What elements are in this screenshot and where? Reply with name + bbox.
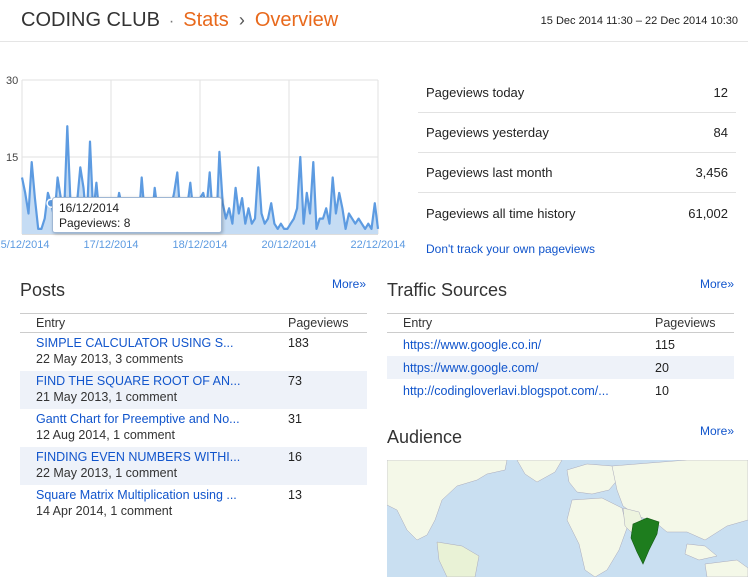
traffic-pageviews: 10 bbox=[655, 383, 669, 398]
table-row: Gantt Chart for Preemptive and No... 12 A… bbox=[20, 409, 367, 447]
post-pageviews: 31 bbox=[288, 412, 302, 426]
x-tick-label: 15/12/2014 bbox=[0, 239, 50, 251]
map-region-greenland[interactable] bbox=[516, 460, 563, 483]
post-link[interactable]: FIND THE SQUARE ROOT OF AN... bbox=[36, 373, 288, 389]
map-region-india[interactable] bbox=[630, 517, 660, 565]
summary-label: Pageviews today bbox=[426, 85, 525, 100]
page-header: CODING CLUB · Stats › Overview 15 Dec 2014 1… bbox=[0, 0, 748, 42]
table-row: http://codingloverlavi.blogspot.com/... … bbox=[387, 379, 734, 402]
dont-track-link[interactable]: Don't track your own pageviews bbox=[426, 242, 595, 256]
column-entry: Entry bbox=[36, 316, 66, 330]
summary-value: 84 bbox=[713, 125, 728, 140]
post-meta: 12 Aug 2014, 1 comment bbox=[36, 428, 175, 442]
traffic-source-link[interactable]: https://www.google.com/ bbox=[387, 361, 655, 375]
map-region-north-america[interactable] bbox=[387, 460, 508, 541]
pageviews-summary: Pageviews today 12 Pageviews yesterday 84 … bbox=[418, 73, 736, 233]
breadcrumb-stats[interactable]: Stats bbox=[183, 9, 229, 31]
audience-title: Audience bbox=[387, 427, 463, 447]
post-meta: 22 May 2013, 3 comments bbox=[36, 352, 184, 366]
map-region-australia[interactable] bbox=[704, 559, 748, 577]
post-link[interactable]: SIMPLE CALCULATOR USING S... bbox=[36, 335, 288, 351]
posts-title: Posts bbox=[20, 280, 66, 300]
traffic-source-link[interactable]: https://www.google.co.in/ bbox=[387, 338, 655, 352]
y-tick-label: 30 bbox=[6, 75, 18, 87]
traffic-source-link[interactable]: http://codingloverlavi.blogspot.com/... bbox=[387, 384, 655, 398]
table-row: FINDING EVEN NUMBERS WITHI... 22 May 2013… bbox=[20, 447, 367, 485]
tooltip-date: 16/12/2014 bbox=[59, 201, 120, 215]
chevron-right-icon: › bbox=[238, 10, 245, 30]
audience-world-map[interactable] bbox=[387, 460, 748, 577]
breadcrumb: CODING CLUB · Stats › Overview bbox=[21, 9, 338, 32]
date-range: 15 Dec 2014 11:30 – 22 Dec 2014 10:30 bbox=[540, 15, 738, 27]
x-tick-label: 18/12/2014 bbox=[172, 239, 227, 251]
summary-label: Pageviews all time history bbox=[426, 205, 576, 221]
summary-row: Pageviews today 12 bbox=[418, 73, 736, 113]
summary-value: 61,002 bbox=[688, 205, 728, 221]
traffic-table-header: Entry Pageviews bbox=[387, 313, 734, 333]
traffic-pageviews: 115 bbox=[655, 337, 675, 352]
map-region-europe[interactable] bbox=[566, 463, 620, 495]
blog-name[interactable]: CODING CLUB bbox=[21, 9, 160, 31]
summary-row: Pageviews yesterday 84 bbox=[418, 113, 736, 153]
table-row: https://www.google.com/ 20 bbox=[387, 356, 734, 379]
table-row: SIMPLE CALCULATOR USING S... 22 May 2013,… bbox=[20, 333, 367, 371]
breadcrumb-separator: · bbox=[168, 13, 175, 30]
map-region-southeast-asia[interactable] bbox=[684, 543, 718, 561]
column-entry: Entry bbox=[403, 316, 433, 330]
posts-table-header: Entry Pageviews bbox=[20, 313, 367, 333]
post-link[interactable]: Gantt Chart for Preemptive and No... bbox=[36, 411, 288, 427]
traffic-more-link[interactable]: More» bbox=[700, 277, 734, 291]
map-region-south-america[interactable] bbox=[436, 541, 480, 577]
traffic-sources-title: Traffic Sources bbox=[387, 280, 508, 300]
post-meta: 14 Apr 2014, 1 comment bbox=[36, 504, 173, 518]
post-link[interactable]: Square Matrix Multiplication using ... bbox=[36, 487, 288, 503]
post-pageviews: 13 bbox=[288, 488, 302, 502]
breadcrumb-overview: Overview bbox=[254, 9, 339, 31]
posts-table: Entry Pageviews SIMPLE CALCULATOR USING … bbox=[20, 313, 367, 523]
post-link[interactable]: FINDING EVEN NUMBERS WITHI... bbox=[36, 449, 288, 465]
post-meta: 21 May 2013, 1 comment bbox=[36, 390, 178, 404]
tooltip-value: Pageviews: 8 bbox=[59, 216, 131, 230]
table-row: https://www.google.co.in/ 115 bbox=[387, 333, 734, 356]
summary-row: Pageviews last month 3,456 bbox=[418, 153, 736, 193]
y-tick-label: 15 bbox=[6, 152, 18, 164]
x-tick-label: 22/12/2014 bbox=[350, 239, 405, 251]
summary-label: Pageviews last month bbox=[426, 165, 553, 180]
x-tick-label: 20/12/2014 bbox=[261, 239, 316, 251]
x-tick-label: 17/12/2014 bbox=[83, 239, 138, 251]
posts-more-link[interactable]: More» bbox=[332, 277, 366, 291]
map-region-africa[interactable] bbox=[566, 497, 628, 577]
column-pageviews: Pageviews bbox=[655, 316, 716, 330]
post-meta: 22 May 2013, 1 comment bbox=[36, 466, 178, 480]
post-pageviews: 73 bbox=[288, 374, 302, 388]
chart-tooltip: 16/12/2014 Pageviews: 8 bbox=[52, 197, 222, 233]
traffic-table: Entry Pageviews https://www.google.co.in… bbox=[387, 313, 734, 402]
table-row: FIND THE SQUARE ROOT OF AN... 21 May 2013… bbox=[20, 371, 367, 409]
post-pageviews: 16 bbox=[288, 450, 302, 464]
summary-row: Pageviews all time history 61,002 bbox=[418, 193, 736, 233]
summary-value: 12 bbox=[713, 85, 728, 100]
world-map-svg bbox=[387, 460, 748, 577]
summary-label: Pageviews yesterday bbox=[426, 125, 549, 140]
traffic-pageviews: 20 bbox=[655, 360, 669, 375]
table-row: Square Matrix Multiplication using ... 14… bbox=[20, 485, 367, 523]
audience-more-link[interactable]: More» bbox=[700, 424, 734, 438]
post-pageviews: 183 bbox=[288, 336, 309, 350]
column-pageviews: Pageviews bbox=[288, 316, 349, 330]
summary-value: 3,456 bbox=[695, 165, 728, 180]
